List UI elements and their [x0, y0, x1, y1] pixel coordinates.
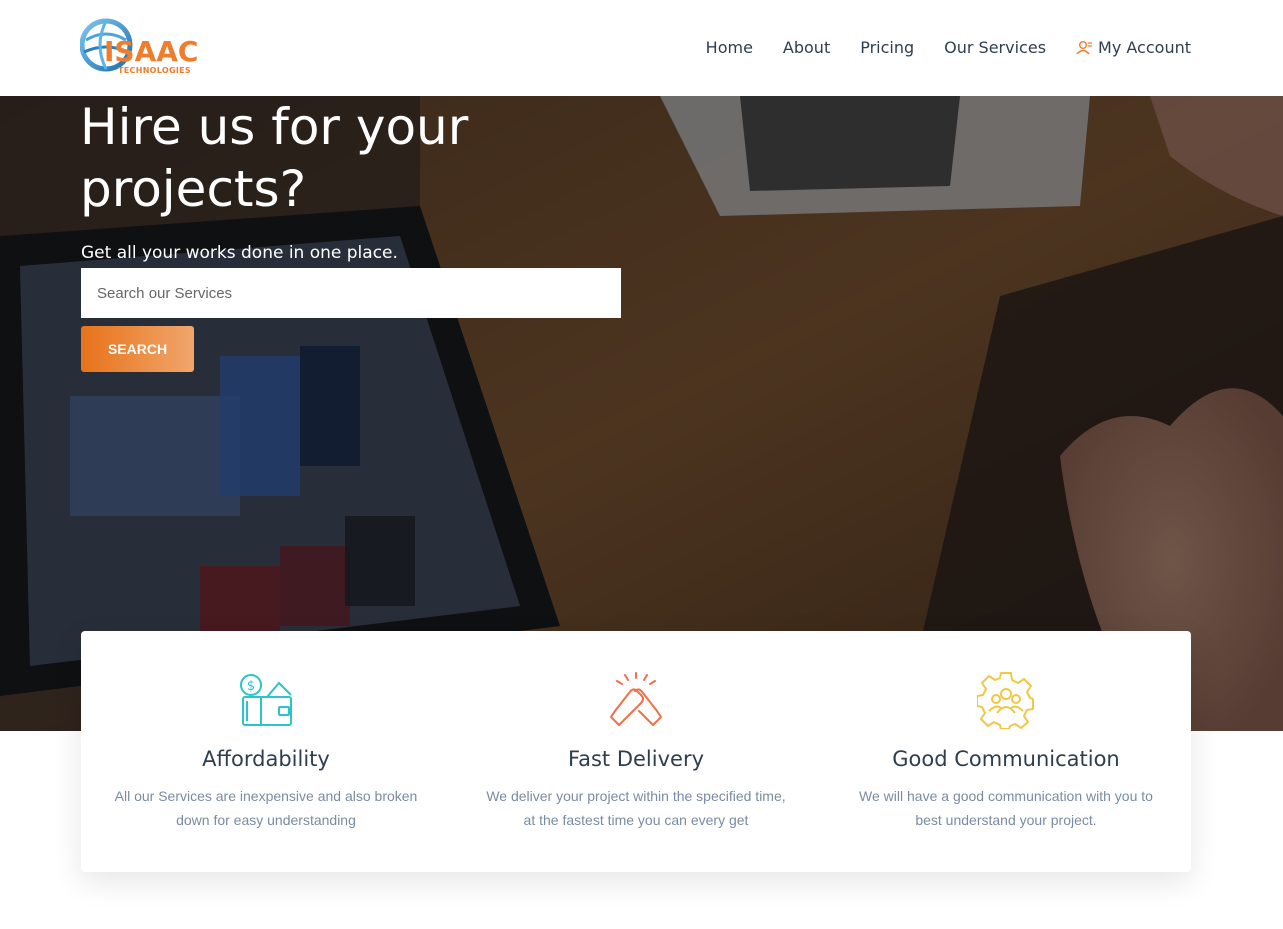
brand-logo[interactable]: ISAAC TECHNOLOGIES — [80, 18, 204, 78]
nav-about[interactable]: About — [783, 37, 830, 59]
service-search-input[interactable] — [81, 268, 621, 318]
feature-title: Good Communication — [892, 747, 1120, 771]
hero-subtitle: Get all your works done in one place. — [81, 243, 398, 263]
wallet-coin-icon: $ — [237, 671, 295, 729]
feature-description: We will have a good communication with y… — [859, 788, 1153, 828]
feature-description: We deliver your project within the speci… — [486, 788, 786, 828]
team-gear-icon — [976, 671, 1035, 730]
my-account-label: My Account — [1098, 38, 1191, 57]
logo-subtext: TECHNOLOGIES — [118, 66, 191, 75]
nav-our-services[interactable]: Our Services — [944, 37, 1046, 59]
feature-fast-delivery: Fast Delivery We deliver your project wi… — [451, 631, 821, 872]
main-nav: Home About Pricing Our Services My Accou… — [676, 37, 1191, 59]
search-button[interactable]: SEARCH — [81, 326, 194, 372]
user-icon — [1076, 40, 1094, 56]
nav-home[interactable]: Home — [706, 37, 753, 59]
feature-description: All our Services are inexpensive and als… — [114, 788, 418, 828]
feature-title: Affordability — [202, 747, 330, 771]
nav-pricing[interactable]: Pricing — [860, 37, 914, 59]
nav-my-account[interactable]: My Account — [1076, 37, 1191, 59]
features-card: $ Affordability All our Services are ine… — [81, 631, 1191, 872]
feature-title: Fast Delivery — [567, 747, 705, 771]
site-header: ISAAC TECHNOLOGIES Home About Pricing Ou… — [0, 0, 1283, 96]
feature-good-communication: Good Communication We will have a good c… — [821, 631, 1191, 872]
logo-text: ISAAC — [104, 35, 199, 68]
feature-affordability: $ Affordability All our Services are ine… — [81, 631, 451, 872]
handshake-icon — [607, 671, 665, 729]
hero-title: Hire us for your projects? — [80, 98, 469, 218]
svg-text:$: $ — [247, 679, 255, 694]
